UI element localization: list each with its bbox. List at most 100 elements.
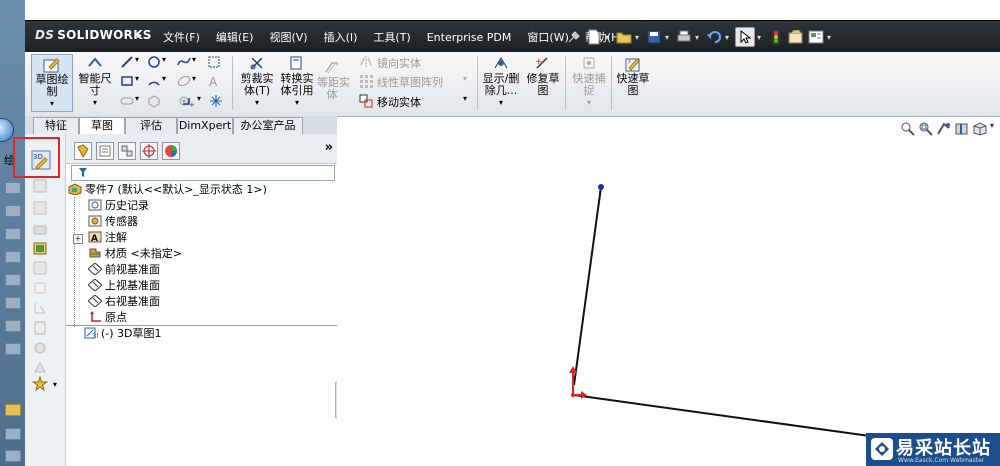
sketch-dropdown-icon[interactable]: ▾ [32,98,72,110]
slot-icon[interactable] [120,94,134,108]
print-dropdown-icon[interactable]: ▾ [695,33,703,42]
quick-snaps-dropdown-icon[interactable]: ▾ [569,97,609,109]
arc-icon[interactable] [147,74,161,88]
tab-features[interactable]: 特征 [33,117,79,134]
new-document-icon[interactable] [585,28,603,46]
tree-item-top-plane[interactable]: 上视基准面 [88,278,160,294]
tree-item-sensors[interactable]: 传感器 [88,214,138,230]
taskbar-icon[interactable] [5,428,21,440]
tree-item-3d-sketch[interactable]: 3D(-) 3D草图1 [84,326,162,342]
sketch-canvas[interactable] [337,117,1000,466]
open-folder-icon[interactable] [615,28,633,46]
sketch-fillet-icon[interactable] [207,55,221,69]
tree-item-annotations[interactable]: + A 注解 [73,230,127,246]
sketch-tool-icon[interactable] [32,300,48,316]
property-manager-tab-icon[interactable] [96,142,114,160]
open-dropdown-icon[interactable]: ▾ [635,33,643,42]
sketch-line-vertical[interactable] [573,186,602,386]
centerline-icon[interactable]: + [181,94,195,109]
select-dropdown-icon[interactable]: ▾ [757,33,765,42]
circle-icon[interactable] [147,55,161,69]
tree-item-origin[interactable]: 原点 [88,310,127,326]
tab-office-products[interactable]: 办公室产品 [233,117,303,134]
taskbar-icon[interactable] [5,205,21,217]
save-dropdown-icon[interactable]: ▾ [665,33,673,42]
configuration-manager-tab-icon[interactable] [118,142,136,160]
display-manager-tab-icon[interactable] [162,142,180,160]
taskbar-icon[interactable] [5,320,21,332]
tree-item-history[interactable]: 历史记录 [88,198,149,214]
extruded-boss-icon[interactable] [32,240,48,256]
menu-view[interactable]: 视图(V) [261,29,315,45]
print-icon[interactable] [675,28,693,46]
taskbar-icon[interactable] [5,228,21,240]
smart-tool-dropdown-icon[interactable]: ▾ [53,380,57,389]
rapid-sketch-button[interactable]: ⚡ 快速草 图 [613,54,653,97]
tree-part-root[interactable]: 零件7 (默认<<默认>_显示状态 1>) [68,182,267,198]
taskbar-icon[interactable] [5,182,21,194]
expand-panel-icon[interactable]: » [325,140,333,155]
select-pointer-icon[interactable] [735,27,755,47]
mirror-entities-label[interactable]: 镜向实体 [377,55,421,71]
text-icon[interactable]: A [207,74,221,89]
tab-sketch[interactable]: 草图 [79,117,125,134]
sketch-tool-icon[interactable] [32,340,48,356]
exit-sketch-icon[interactable] [32,178,48,194]
display-delete-relations-button[interactable]: 显示/删 除几... ▾ [481,54,521,109]
folder-icon[interactable] [5,404,21,416]
tab-evaluate[interactable]: 评估 [125,117,177,134]
linear-pattern-icon[interactable] [359,74,373,88]
taskbar-icon[interactable] [5,343,21,355]
menu-file[interactable]: 文件(F) [155,29,208,45]
feature-tree-tab-icon[interactable] [74,142,92,160]
ellipse-dropdown-icon[interactable]: ▾ [192,74,206,88]
undo-dropdown-icon[interactable]: ▾ [725,33,733,42]
linear-pattern-label[interactable]: 线性草图阵列 [377,74,443,90]
save-icon[interactable] [645,28,663,46]
quick-snaps-button[interactable]: 快速捕 捉 ▾ [569,54,609,109]
pin-icon[interactable] [565,28,583,46]
menu-edit[interactable]: 编辑(E) [208,29,262,45]
sketch-tool-icon[interactable] [32,320,48,336]
tree-item-material[interactable]: 材质 <未指定> [88,246,182,262]
sketch-endpoint[interactable] [598,184,604,190]
rectangle-icon[interactable] [120,74,134,88]
trim-entities-button[interactable]: 剪裁实 体(T) ▾ [237,54,277,109]
trim-dropdown-icon[interactable]: ▾ [237,97,277,109]
sketch-tool-icon[interactable] [32,360,48,376]
sketch-line-horizontal[interactable] [573,394,878,438]
taskbar-icon[interactable] [5,297,21,309]
line-icon[interactable] [120,55,134,69]
taskbar-icon[interactable] [5,274,21,286]
taskbar-icon[interactable] [5,450,21,462]
relations-dropdown-icon[interactable]: ▾ [481,97,521,109]
solidworks-logo[interactable]: DS SOLIDWORKS ▸ [35,28,152,42]
mirror-icon[interactable] [359,55,373,69]
linear-pattern-dropdown-icon[interactable]: ▾ [463,74,477,88]
menu-tools[interactable]: 工具(T) [365,29,418,45]
rebuild-traffic-light-icon[interactable] [767,28,785,46]
convert-dropdown-icon[interactable]: ▾ [277,97,317,109]
move-dropdown-icon[interactable]: ▾ [463,94,477,108]
options-dropdown-icon[interactable]: ▾ [827,33,835,42]
logo-arrow-icon[interactable]: ▸ [137,30,142,41]
tree-item-front-plane[interactable]: 前视基准面 [88,262,160,278]
ellipse-icon[interactable] [177,74,191,88]
sketch-tool-icon[interactable] [32,280,48,296]
options-icon[interactable] [807,28,825,46]
tree-filter-input[interactable] [71,165,335,181]
spline-icon[interactable] [177,55,191,69]
smart-dimension-dropdown-icon[interactable]: ▾ [77,97,113,109]
smart-tool-icon[interactable] [31,375,49,392]
undo-icon[interactable] [705,28,723,46]
menu-enterprise-pdm[interactable]: Enterprise PDM [419,31,520,44]
new-dropdown-icon[interactable]: ▾ [605,33,613,42]
arc-dropdown-icon[interactable]: ▾ [162,74,176,88]
circle-dropdown-icon[interactable]: ▾ [162,55,176,69]
sketch-point-icon[interactable] [209,94,223,108]
tab-dimxpert[interactable]: DimXpert [177,117,233,134]
start-orb-icon[interactable] [0,118,14,142]
convert-entities-button[interactable]: 转换实 体引用 ▾ [277,54,317,109]
sketch-tool-icon[interactable] [32,260,48,276]
tree-item-right-plane[interactable]: 右视基准面 [88,294,160,310]
